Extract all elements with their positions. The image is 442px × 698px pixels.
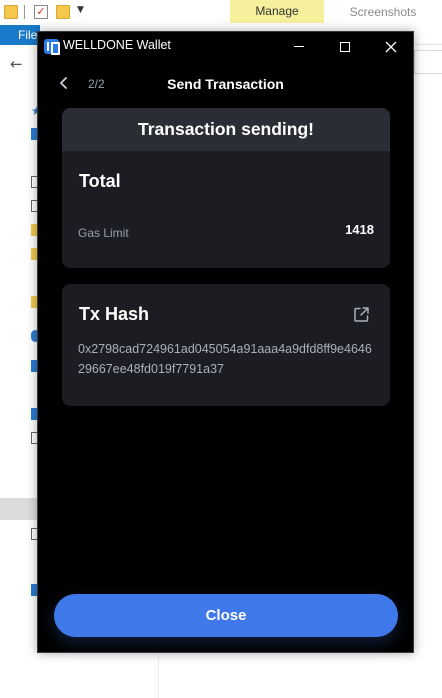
toolbar-separator bbox=[24, 5, 25, 19]
app-logo-icon bbox=[44, 39, 60, 55]
tx-hash-card: Tx Hash 0x2798cad724961ad045054a91aaa4a9… bbox=[62, 284, 390, 406]
close-button[interactable]: Close bbox=[54, 594, 398, 637]
tab-manage[interactable]: Manage bbox=[230, 0, 324, 23]
tx-hash-label: Tx Hash bbox=[79, 304, 150, 324]
open-explorer-button[interactable] bbox=[353, 306, 370, 323]
page-header: 2/2 Send Transaction bbox=[38, 61, 413, 107]
total-label: Total bbox=[79, 171, 121, 191]
minimize-icon bbox=[294, 46, 304, 47]
wallet-window: WELLDONE Wallet 2/2 Send Transaction Tra… bbox=[37, 31, 414, 653]
page-title: Send Transaction bbox=[167, 76, 284, 92]
tx-hash-value: 0x2798cad724961ad045054a91aaa4a9dfd8ff9e… bbox=[78, 342, 372, 376]
tab-file[interactable]: File bbox=[0, 25, 40, 45]
back-arrow-icon[interactable]: ← bbox=[10, 55, 23, 73]
address-bar[interactable] bbox=[414, 50, 442, 74]
window-title: WELLDONE Wallet bbox=[63, 38, 171, 52]
title-bar[interactable]: WELLDONE Wallet bbox=[38, 32, 413, 61]
navigation-pane: ★ bbox=[0, 90, 42, 690]
properties-icon[interactable]: ✓ bbox=[34, 5, 48, 19]
external-link-icon bbox=[354, 307, 369, 322]
minimize-button[interactable] bbox=[276, 32, 322, 61]
folder-icon[interactable] bbox=[4, 5, 18, 19]
pane-divider bbox=[158, 650, 159, 698]
gas-limit-value: 1418 bbox=[345, 222, 374, 237]
gas-limit-label: Gas Limit bbox=[78, 226, 129, 240]
close-icon bbox=[385, 41, 397, 52]
customize-dropdown-icon[interactable]: ▼ bbox=[77, 5, 91, 19]
maximize-icon bbox=[340, 41, 350, 52]
status-banner: Transaction sending! bbox=[62, 108, 390, 151]
quick-access-toolbar: ✓ ▼ bbox=[0, 0, 230, 24]
nav-selected-item[interactable] bbox=[0, 498, 40, 520]
tab-screenshots[interactable]: Screenshots bbox=[324, 0, 442, 23]
transaction-summary-card: Transaction sending! Total Gas Limit 141… bbox=[62, 108, 390, 268]
new-folder-icon[interactable] bbox=[56, 5, 70, 19]
window-close-button[interactable] bbox=[368, 32, 414, 61]
maximize-button[interactable] bbox=[322, 32, 368, 61]
